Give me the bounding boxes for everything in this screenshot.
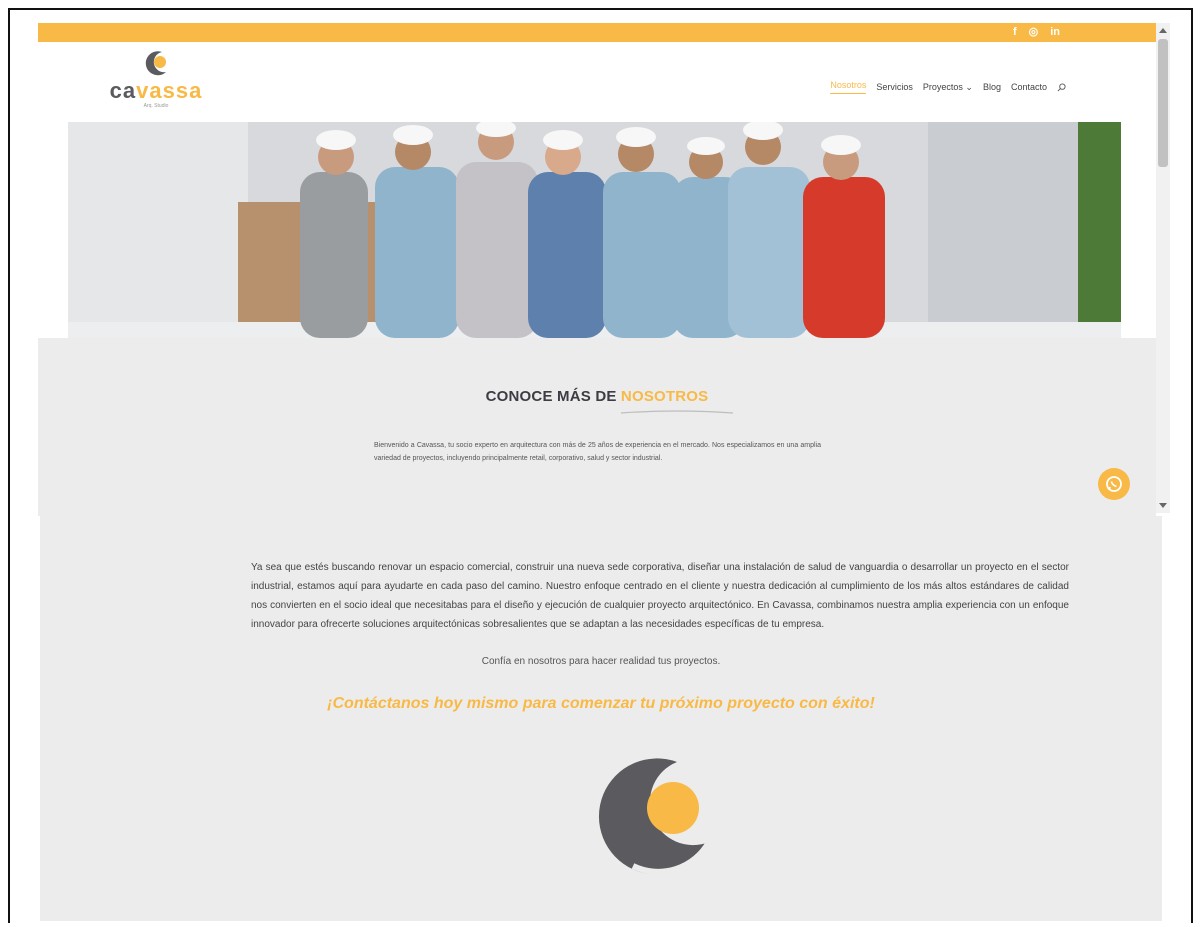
- nav-item-contacto[interactable]: Contacto: [1011, 82, 1047, 92]
- scroll-thumb[interactable]: [1158, 39, 1168, 167]
- about-intro: Bienvenido a Cavassa, tu socio experto e…: [374, 442, 821, 462]
- nav-item-nosotros[interactable]: Nosotros: [830, 80, 867, 94]
- whatsapp-button[interactable]: [1098, 468, 1130, 500]
- trust-text: Confía en nosotros para hacer realidad t…: [481, 656, 721, 667]
- facebook-icon[interactable]: f: [1013, 24, 1017, 40]
- whatsapp-icon: [1106, 476, 1122, 492]
- top-bar: f ◎ in: [38, 23, 1156, 42]
- scroll-down-icon[interactable]: [1159, 503, 1167, 508]
- instagram-icon[interactable]: ◎: [1029, 24, 1039, 40]
- linkedin-icon[interactable]: in: [1050, 24, 1060, 40]
- logo-tagline: Arq. Studio: [143, 103, 169, 109]
- about-title: CONOCE MÁS DE NOSOTROS: [485, 388, 709, 405]
- scroll-up-icon[interactable]: [1159, 28, 1167, 33]
- brand-logo[interactable]: cavassa Arq. Studio: [106, 48, 206, 110]
- page-scrollbar[interactable]: [1156, 23, 1170, 513]
- logo-wordmark: cavassa: [109, 78, 203, 103]
- title-underline-icon: [621, 410, 733, 414]
- nav-item-servicios[interactable]: Servicios: [876, 82, 913, 92]
- about-section: CONOCE MÁS DE NOSOTROS Bienvenido a Cava…: [38, 338, 1156, 516]
- main-content-section: Ya sea que estés buscando renovar un esp…: [40, 516, 1162, 921]
- main-body-text: Ya sea que estés buscando renovar un esp…: [251, 562, 1069, 630]
- site-header: cavassa Arq. Studio Nosotros Servicios P…: [38, 42, 1156, 122]
- hero-team-photo: [68, 122, 1121, 338]
- team-photo-illustration: [68, 122, 1121, 338]
- cta-heading: ¡Contáctanos hoy mismo para comenzar tu …: [327, 695, 875, 712]
- large-logo-icon: [598, 758, 712, 875]
- social-links: f ◎ in: [1013, 24, 1060, 40]
- nav-item-blog[interactable]: Blog: [983, 82, 1001, 92]
- main-nav: Nosotros Servicios Proyectos ⌄ Blog Cont…: [830, 80, 1066, 94]
- nav-item-proyectos[interactable]: Proyectos ⌄: [923, 82, 973, 93]
- logo-mark-icon: [145, 51, 166, 76]
- search-icon[interactable]: [1057, 82, 1066, 92]
